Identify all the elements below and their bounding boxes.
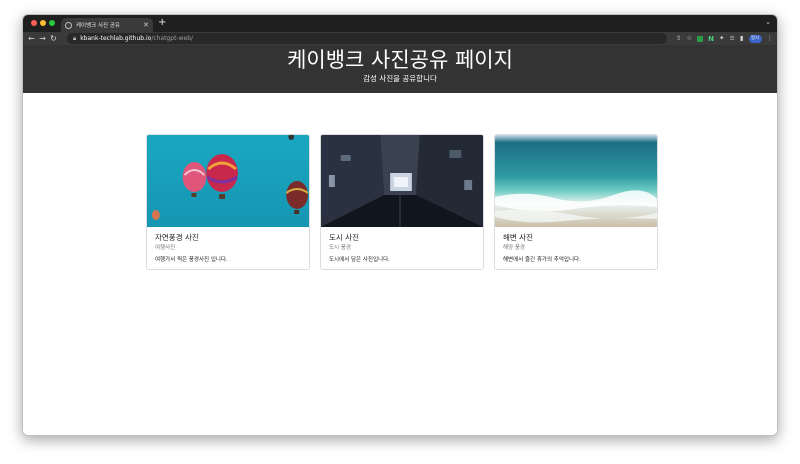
forward-arrow-icon[interactable]: → <box>37 32 48 45</box>
beach-waves-photo <box>495 135 657 227</box>
new-tab-button[interactable]: + <box>158 17 166 29</box>
url-path: /chatgpt-web/ <box>151 35 194 42</box>
extension-n-icon[interactable]: N <box>708 35 714 43</box>
url-host: kbank-techlab.github.io <box>80 35 152 42</box>
card-title: 자연풍경 사진 <box>155 233 199 242</box>
share-icon[interactable]: ⇧ <box>676 32 681 45</box>
minimize-window-button[interactable] <box>40 20 46 26</box>
globe-icon <box>65 21 72 29</box>
hot-air-balloons-photo <box>147 135 309 227</box>
page-subtitle: 감성 사진을 공유합니다 <box>363 74 437 83</box>
card-title: 해변 사진 <box>503 233 533 242</box>
close-tab-icon[interactable]: ✕ <box>143 21 149 29</box>
card-body: 도시 사진 도시 풍경 도시에서 담은 사진입니다. <box>321 227 483 269</box>
extensions-puzzle-icon[interactable]: ✦ <box>719 32 724 45</box>
card-text: 여행가서 찍은 풍경사진 입니다. <box>155 257 228 263</box>
browser-window: 케이뱅크 사진 공유 ✕ + ⌄ ← → ↻ 🔒︎ kbank-techlab.… <box>22 14 778 436</box>
card-subtitle: 도시 풍경 <box>329 245 351 251</box>
card-text: 도시에서 담은 사진입니다. <box>329 257 390 263</box>
card-title: 도시 사진 <box>329 233 359 242</box>
card-body: 자연풍경 사진 여행사진 여행가서 찍은 풍경사진 입니다. <box>147 227 309 269</box>
lock-icon[interactable]: 🔒︎ <box>73 35 76 43</box>
photo-card[interactable]: 자연풍경 사진 여행사진 여행가서 찍은 풍경사진 입니다. <box>146 134 310 270</box>
browser-tab[interactable]: 케이뱅크 사진 공유 ✕ <box>61 18 153 32</box>
hero-banner: 케이뱅크 사진공유 페이지 감성 사진을 공유합니다 <box>23 45 777 93</box>
media-queue-icon[interactable]: ≡ <box>729 32 734 45</box>
toolbar-actions: ⇧ ☆ N ✦ ≡ ▮ 일시 ⋮ <box>676 32 773 45</box>
zoom-window-button[interactable] <box>49 20 55 26</box>
bookmark-star-icon[interactable]: ☆ <box>686 32 692 45</box>
tab-search-chevron-icon[interactable]: ⌄ <box>765 18 771 26</box>
card-subtitle: 여행사진 <box>155 245 176 251</box>
card-body: 해변 사진 해양 풍경 해변에서 즐긴 휴가의 추억입니다. <box>495 227 657 269</box>
reload-icon[interactable]: ↻ <box>48 32 59 45</box>
card-subtitle: 해양 풍경 <box>503 245 525 251</box>
page-title: 케이뱅크 사진공유 페이지 <box>287 48 513 72</box>
more-menu-icon[interactable]: ⋮ <box>767 32 774 45</box>
night-alley-photo <box>321 135 483 227</box>
side-panel-icon[interactable]: ▮ <box>740 32 744 45</box>
web-page: 케이뱅크 사진공유 페이지 감성 사진을 공유합니다 자연풍경 사진 여행사진 … <box>23 45 777 435</box>
browser-toolbar: ← → ↻ 🔒︎ kbank-techlab.github.io /chatgp… <box>23 32 777 45</box>
photo-card-list: 자연풍경 사진 여행사진 여행가서 찍은 풍경사진 입니다. 도시 사진 도시 … <box>146 134 658 270</box>
card-text: 해변에서 즐긴 휴가의 추억입니다. <box>503 257 581 263</box>
tab-strip: 케이뱅크 사진 공유 ✕ + ⌄ <box>23 15 777 32</box>
extension-green-icon[interactable] <box>697 35 704 42</box>
screen: 케이뱅크 사진 공유 ✕ + ⌄ ← → ↻ 🔒︎ kbank-techlab.… <box>0 0 800 464</box>
close-window-button[interactable] <box>31 20 37 26</box>
tab-title: 케이뱅크 사진 공유 <box>76 23 120 29</box>
address-bar[interactable]: 🔒︎ kbank-techlab.github.io /chatgpt-web/ <box>67 33 667 44</box>
photo-card[interactable]: 도시 사진 도시 풍경 도시에서 담은 사진입니다. <box>320 134 484 270</box>
photo-card[interactable]: 해변 사진 해양 풍경 해변에서 즐긴 휴가의 추억입니다. <box>494 134 658 270</box>
profile-avatar[interactable]: 일시 <box>748 34 762 43</box>
back-arrow-icon[interactable]: ← <box>26 32 37 45</box>
